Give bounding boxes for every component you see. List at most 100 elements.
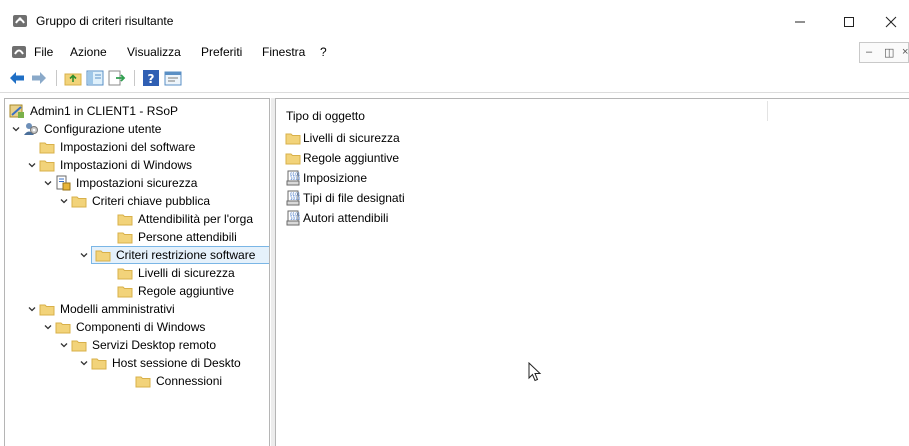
- menu-finestra[interactable]: Finestra: [262, 45, 305, 59]
- menu-bar: File Azione Visualizza Preferiti Finestr…: [0, 41, 909, 63]
- chevron-down-icon[interactable]: [77, 246, 91, 264]
- export-list-icon[interactable]: [108, 69, 126, 87]
- tree-node-impostazioni-sicurezza[interactable]: Impostazioni sicurezza: [41, 174, 197, 192]
- chevron-down-icon[interactable]: [57, 336, 71, 354]
- mdi-restore-icon[interactable]: ◫: [884, 46, 894, 59]
- tree-node-label: Host sessione di Deskto: [112, 356, 241, 370]
- forward-arrow-icon[interactable]: [30, 69, 48, 87]
- up-folder-icon[interactable]: [64, 69, 82, 87]
- folder-icon: [39, 139, 55, 155]
- folder-icon: [95, 247, 111, 263]
- menu-help[interactable]: ?: [320, 45, 327, 59]
- folder-icon: [117, 211, 133, 227]
- mdi-window-controls: – ◫ ×: [859, 42, 909, 63]
- tree-node-label: Criteri chiave pubblica: [92, 194, 211, 208]
- close-icon: [885, 16, 897, 28]
- folder-icon: [71, 193, 87, 209]
- toolbar-separator: [134, 70, 135, 86]
- folder-icon: [117, 265, 133, 281]
- tree-node-selected[interactable]: Criteri restrizione software: [91, 246, 269, 264]
- minimize-button[interactable]: [779, 6, 821, 38]
- tree-node-label: Livelli di sicurezza: [138, 266, 235, 280]
- window-title: Gruppo di criteri risultante: [36, 14, 174, 28]
- menu-file[interactable]: File: [34, 45, 53, 59]
- security-icon: [55, 175, 71, 191]
- folder-icon: [39, 301, 55, 317]
- list-item-label: Tipi di file designati: [303, 191, 405, 205]
- tree-node-label: Modelli amministrativi: [60, 302, 175, 316]
- tree-node-label: Impostazioni di Windows: [60, 158, 193, 172]
- show-hide-tree-icon[interactable]: [86, 69, 104, 87]
- list-item[interactable]: 0101 1010 Tipi di file designati: [285, 189, 405, 207]
- console-tree[interactable]: Admin1 in CLIENT1 - RSoP Configurazione …: [4, 98, 270, 446]
- tree-node-label: Admin1 in CLIENT1 - RSoP: [30, 104, 179, 118]
- list-item[interactable]: Livelli di sicurezza: [285, 129, 400, 147]
- tree-node-label: Regole aggiuntive: [138, 284, 235, 298]
- chevron-down-icon[interactable]: [9, 120, 23, 138]
- close-button[interactable]: [870, 6, 909, 38]
- tree-node-componenti-windows[interactable]: Componenti di Windows: [41, 318, 205, 336]
- list-item-label: Livelli di sicurezza: [303, 131, 400, 145]
- help-icon[interactable]: ?: [142, 69, 160, 87]
- menu-azione[interactable]: Azione: [70, 45, 107, 59]
- list-item[interactable]: Regole aggiuntive: [285, 149, 399, 167]
- column-header-tipo-oggetto[interactable]: Tipo di oggetto: [286, 109, 365, 123]
- tree-node-label: Servizi Desktop remoto: [92, 338, 217, 352]
- tree-node-label: Impostazioni sicurezza: [76, 176, 198, 190]
- folder-icon: [117, 283, 133, 299]
- tree-node-regole-aggiuntive[interactable]: Regole aggiuntive: [117, 282, 234, 300]
- mdi-minimize-icon[interactable]: –: [866, 46, 872, 58]
- tree-node-impostazioni-software[interactable]: Impostazioni del software: [39, 138, 195, 156]
- tree-node-label: Connessioni: [156, 374, 223, 388]
- tree-node-criteri-chiave-pubblica[interactable]: Criteri chiave pubblica: [57, 192, 210, 210]
- menu-preferiti[interactable]: Preferiti: [201, 45, 242, 59]
- tree-node-rsop-root[interactable]: Admin1 in CLIENT1 - RSoP: [9, 102, 178, 120]
- tree-node-modelli-amministrativi[interactable]: Modelli amministrativi: [25, 300, 175, 318]
- list-item-label: Regole aggiuntive: [303, 151, 400, 165]
- toolbar: ?: [0, 64, 909, 93]
- chevron-down-icon[interactable]: [57, 192, 71, 210]
- title-bar: Gruppo di criteri risultante: [0, 0, 909, 40]
- list-item[interactable]: 0101 1010 Imposizione: [285, 169, 367, 187]
- folder-icon: [55, 319, 71, 335]
- folder-icon: [285, 150, 301, 166]
- mdi-close-icon[interactable]: ×: [902, 46, 908, 58]
- mmc-app-icon[interactable]: [12, 13, 28, 29]
- chevron-down-icon[interactable]: [77, 354, 91, 372]
- tree-node-configurazione-utente[interactable]: Configurazione utente: [9, 120, 161, 138]
- details-pane[interactable]: Tipo di oggetto Livelli di sicurezza Reg…: [275, 98, 909, 446]
- chevron-down-icon[interactable]: [41, 174, 55, 192]
- list-item[interactable]: 0101 1010 Autori attendibili: [285, 209, 388, 227]
- chevron-down-icon[interactable]: [25, 156, 39, 174]
- column-divider[interactable]: [767, 101, 768, 121]
- menu-visualizza[interactable]: Visualizza: [127, 45, 181, 59]
- folder-icon: [135, 373, 151, 389]
- folder-icon: [91, 355, 107, 371]
- tree-node-persone-attendibili[interactable]: Persone attendibili: [117, 228, 237, 246]
- tree-node-livelli-sicurezza[interactable]: Livelli di sicurezza: [117, 264, 235, 282]
- chevron-down-icon[interactable]: [41, 318, 55, 336]
- toolbar-separator: [56, 70, 57, 86]
- tree-node-attendibilita-organizzazione[interactable]: Attendibilità per l'orga: [117, 210, 253, 228]
- tree-node-servizi-desktop-remoto[interactable]: Servizi Desktop remoto: [57, 336, 216, 354]
- svg-text:1010: 1010: [290, 216, 301, 221]
- policy-doc-icon: 0101 1010: [285, 190, 301, 206]
- folder-icon: [71, 337, 87, 353]
- properties-icon[interactable]: [164, 69, 182, 87]
- tree-node-host-sessione-desktop[interactable]: Host sessione di Deskto: [77, 354, 241, 372]
- tree-node-impostazioni-windows[interactable]: Impostazioni di Windows: [25, 156, 192, 174]
- rsop-icon: [9, 103, 25, 119]
- svg-text:1010: 1010: [290, 196, 301, 201]
- back-arrow-icon[interactable]: [8, 69, 26, 87]
- tree-node-label: Impostazioni del software: [60, 140, 196, 154]
- policy-doc-icon: 0101 1010: [285, 210, 301, 226]
- maximize-button[interactable]: [828, 6, 870, 38]
- chevron-down-icon[interactable]: [25, 300, 39, 318]
- tree-node-connessioni[interactable]: Connessioni: [135, 372, 222, 390]
- tree-node-label: Attendibilità per l'orga: [138, 212, 254, 226]
- tree-node-label: Componenti di Windows: [76, 320, 206, 334]
- folder-icon: [39, 157, 55, 173]
- document-control-icon[interactable]: [11, 44, 27, 60]
- folder-icon: [285, 130, 301, 146]
- maximize-icon: [844, 17, 854, 27]
